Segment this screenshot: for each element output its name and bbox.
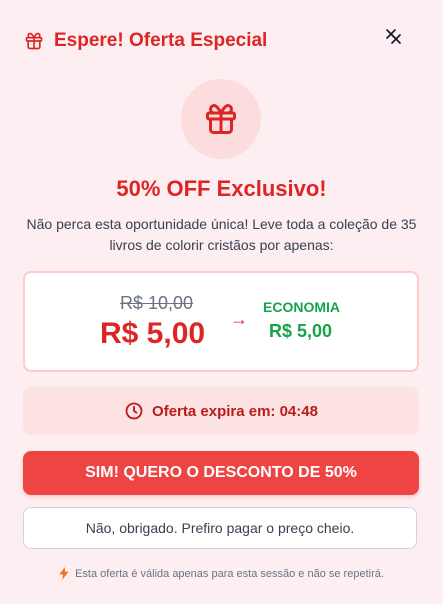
gift-icon [24, 31, 44, 51]
lightning-icon [59, 567, 69, 580]
offer-headline: 50% OFF Exclusivo! [116, 176, 327, 201]
footer-note-text: Esta oferta é válida apenas para esta se… [75, 567, 384, 580]
price-card: R$ 10,00 R$ 5,00 → ECONOMIA R$ 5,00 [23, 271, 419, 372]
accept-discount-button[interactable]: SIM! QUERO O DESCONTO DE 50% [23, 451, 419, 495]
old-price: R$ 10,00 [120, 293, 194, 313]
decline-button[interactable]: Não, obrigado. Prefiro pagar o preço che… [23, 507, 417, 549]
close-icon [383, 29, 405, 52]
modal-header: Espere! Oferta Especial [24, 28, 267, 54]
close-button[interactable] [383, 26, 405, 48]
economy-value: R$ 5,00 [269, 321, 333, 341]
hero-gift-badge [181, 79, 261, 159]
countdown-timer: Oferta expira em: 04:48 [23, 387, 419, 435]
clock-icon [124, 401, 144, 421]
gift-icon [203, 101, 239, 137]
modal-title: Espere! Oferta Especial [54, 30, 268, 51]
arrow-right-icon: → [230, 309, 248, 329]
timer-text: Oferta expira em: 04:48 [152, 402, 318, 420]
footer-note: Esta oferta é válida apenas para esta se… [0, 567, 443, 580]
economy-label: ECONOMIA [263, 299, 340, 315]
new-price: R$ 5,00 [100, 317, 206, 350]
offer-description: Não perca esta oportunidade única! Leve … [26, 216, 417, 253]
